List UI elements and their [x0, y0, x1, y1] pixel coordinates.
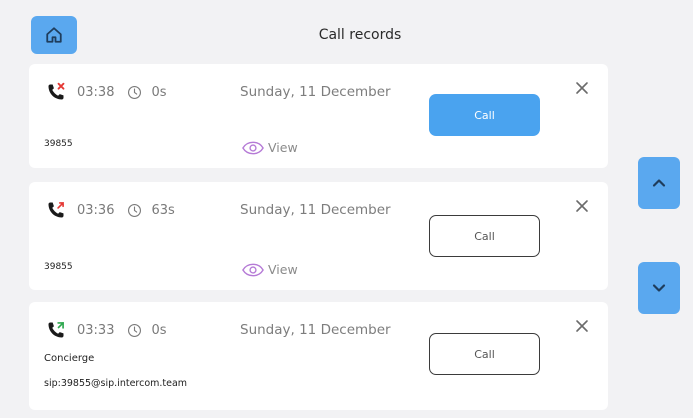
- view-label: View: [268, 262, 298, 277]
- record-header: 03:33 0s: [46, 320, 167, 340]
- view-link[interactable]: View: [242, 262, 298, 277]
- chevron-up-icon: [652, 179, 666, 187]
- chevron-down-icon: [652, 284, 666, 292]
- view-link[interactable]: View: [242, 140, 298, 155]
- outgoing-call-icon: [48, 202, 64, 218]
- call-date: Sunday, 11 December: [240, 322, 391, 338]
- call-record-card: 03:38 0s Sunday, 11 December Call 39855 …: [29, 64, 608, 168]
- clock-icon: [128, 85, 142, 99]
- view-label: View: [268, 140, 298, 155]
- call-button[interactable]: Call: [429, 94, 540, 136]
- record-header: 03:36 63s: [46, 200, 175, 220]
- scroll-up-button[interactable]: [638, 157, 680, 209]
- call-date: Sunday, 11 December: [240, 84, 391, 100]
- call-time: 03:36: [77, 202, 115, 218]
- missed-call-icon: [48, 82, 65, 100]
- scroll-down-button[interactable]: [638, 262, 680, 314]
- call-time: 03:33: [77, 322, 115, 338]
- close-icon[interactable]: [575, 199, 589, 213]
- call-duration: 0s: [151, 322, 167, 338]
- call-button[interactable]: Call: [429, 215, 540, 257]
- page-title: Call records: [318, 27, 402, 43]
- caller-name: Concierge: [44, 353, 95, 364]
- call-duration: 63s: [151, 202, 175, 218]
- call-button[interactable]: Call: [429, 333, 540, 375]
- eye-icon: [242, 263, 264, 276]
- call-duration: 0s: [151, 84, 167, 100]
- caller-number: 39855: [44, 262, 73, 272]
- caller-sip-address: sip:39855@sip.intercom.team: [44, 378, 188, 389]
- call-date: Sunday, 11 December: [240, 202, 391, 218]
- record-header: 03:38 0s: [46, 82, 167, 102]
- close-icon[interactable]: [575, 319, 589, 333]
- call-record-card: 03:36 63s Sunday, 11 December Call 39855…: [29, 182, 608, 290]
- close-icon[interactable]: [575, 81, 589, 95]
- call-time: 03:38: [77, 84, 115, 100]
- clock-icon: [128, 203, 142, 217]
- clock-icon: [128, 323, 142, 337]
- caller-number: 39855: [44, 139, 73, 149]
- call-record-card: 03:33 0s Sunday, 11 December Call Concie…: [29, 302, 608, 410]
- eye-icon: [242, 141, 264, 154]
- incoming-call-icon: [48, 322, 64, 338]
